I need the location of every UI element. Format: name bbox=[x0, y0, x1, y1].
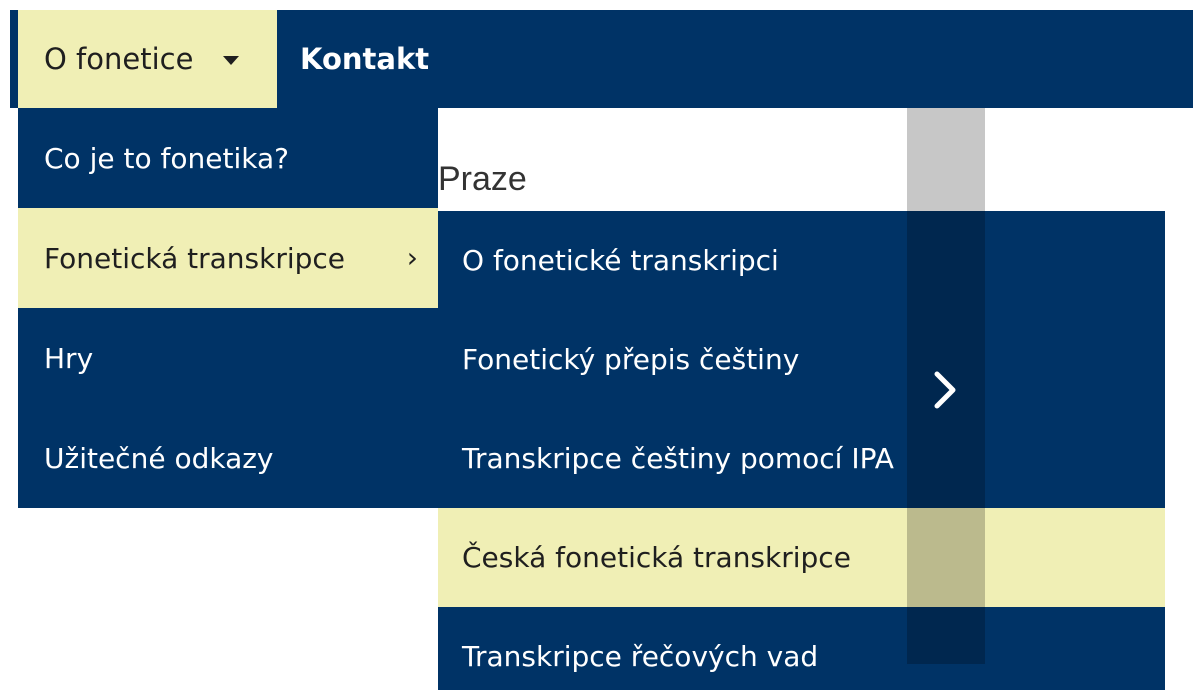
menu-item-uzitecne-odkazy[interactable]: Užitečné odkazy bbox=[18, 408, 438, 508]
chevron-right-icon-svg bbox=[934, 371, 956, 409]
caret-down-icon bbox=[223, 55, 240, 65]
submenu-item-label: Transkripce češtiny pomocí IPA bbox=[462, 442, 894, 475]
submenu-item-label: Česká fonetická transkripce bbox=[462, 541, 851, 574]
chevron-right-icon: › bbox=[406, 241, 418, 274]
submenu-item-transkripce-recovych-vad[interactable]: Transkripce řečových vad bbox=[438, 607, 1165, 690]
submenu-item-label: Fonetický přepis češtiny bbox=[462, 343, 800, 376]
menu-item-label: Co je to fonetika? bbox=[44, 141, 289, 175]
nav-item-o-fonetice[interactable]: O fonetice bbox=[18, 10, 277, 108]
page-heading: Praze bbox=[438, 160, 527, 198]
menu-item-label: Užitečné odkazy bbox=[44, 441, 274, 475]
chevron-right-icon[interactable] bbox=[925, 360, 965, 420]
menu-item-label: Fonetická transkripce bbox=[44, 241, 346, 275]
submenu-item-o-foneticke-transkripci[interactable]: O fonetické transkripci bbox=[438, 211, 1165, 310]
submenu-item-label: Transkripce řečových vad bbox=[462, 640, 819, 673]
menu-item-foneticka-transkripce[interactable]: Fonetická transkripce › bbox=[18, 208, 438, 308]
page-stage: Praze O fonetice Kontakt Co je to foneti… bbox=[0, 0, 1193, 690]
nav-item-kontakt[interactable]: Kontakt bbox=[300, 10, 429, 108]
submenu-item-ceska-foneticka-transkripce[interactable]: Česká fonetická transkripce bbox=[438, 508, 1165, 607]
menu-item-hry[interactable]: Hry bbox=[18, 308, 438, 408]
menu-item-co-je-to-fonetika[interactable]: Co je to fonetika? bbox=[18, 108, 438, 208]
submenu-item-transkripce-cestiny-ipa[interactable]: Transkripce češtiny pomocí IPA bbox=[438, 409, 1165, 508]
submenu-item-label: O fonetické transkripci bbox=[462, 244, 779, 277]
nav-item-o-fonetice-label: O fonetice bbox=[44, 42, 194, 76]
menu-item-label: Hry bbox=[44, 341, 94, 375]
submenu-item-foneticky-prepis-cestiny[interactable]: Fonetický přepis češtiny bbox=[438, 310, 1165, 409]
